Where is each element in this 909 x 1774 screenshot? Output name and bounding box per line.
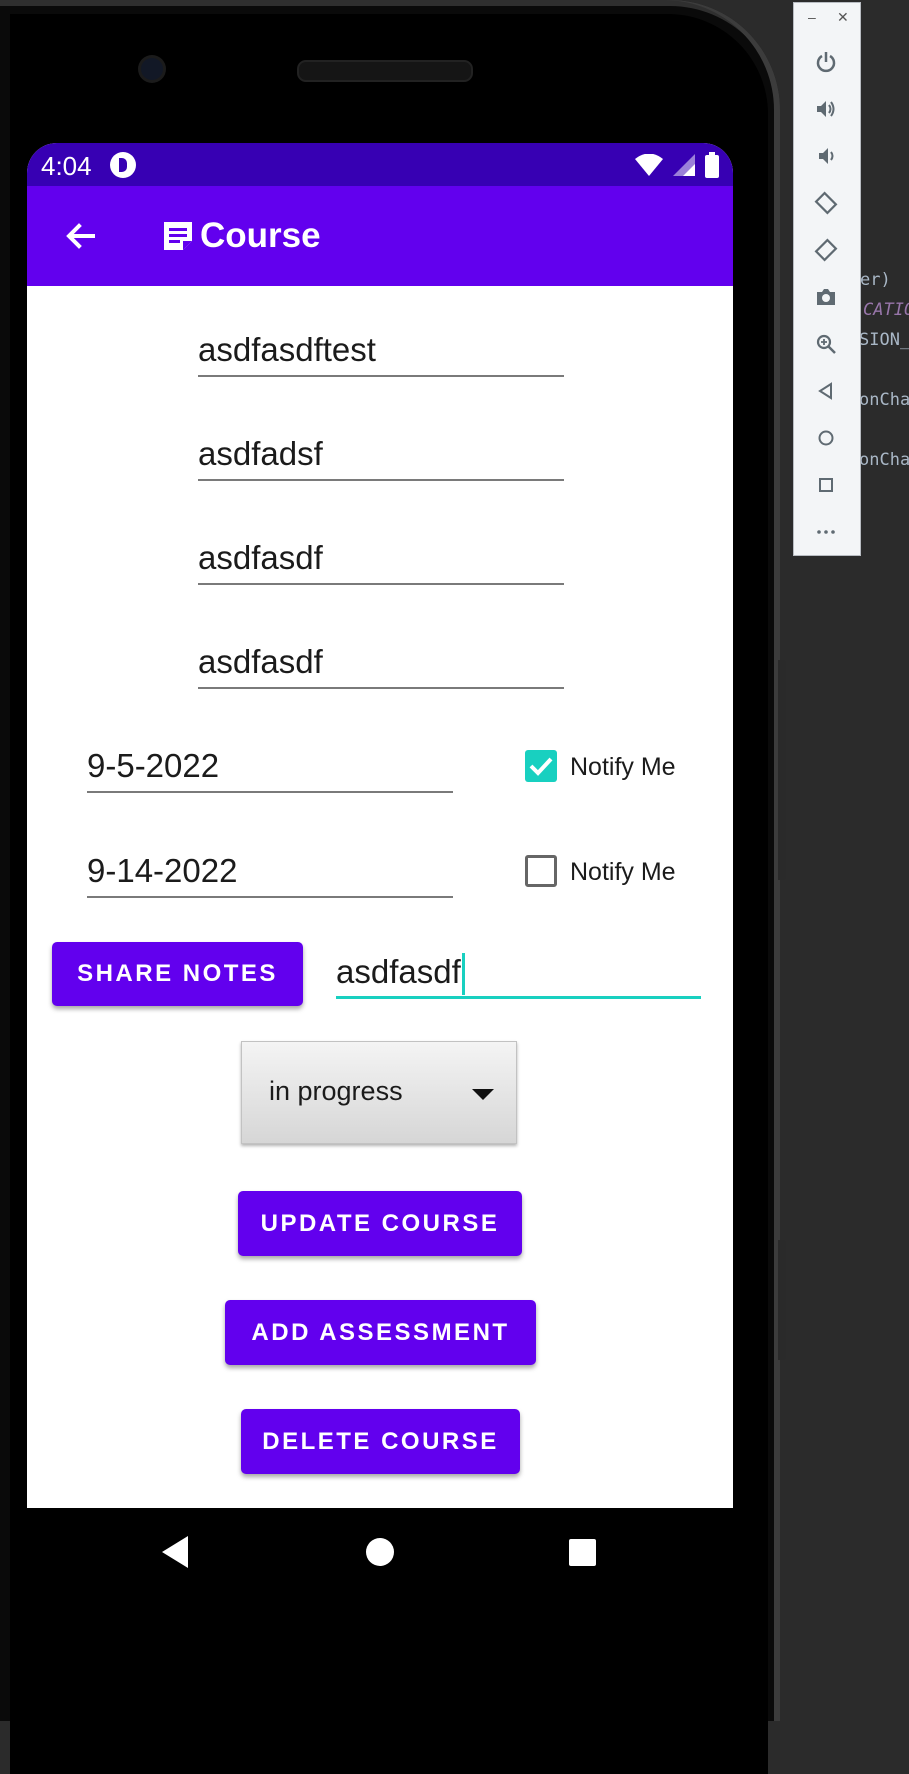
front-camera — [141, 58, 163, 80]
zoom-icon[interactable] — [811, 329, 841, 359]
instructor-name-input[interactable]: asdfadsf — [198, 431, 564, 481]
page-title: Course — [200, 216, 321, 255]
update-course-button-label: UPDATE COURSE — [260, 1209, 500, 1237]
ide-snippet: onCha — [859, 390, 909, 410]
start-notify-checkbox[interactable] — [525, 750, 557, 782]
status-time: 4:04 — [41, 151, 92, 181]
text-cursor — [461, 953, 465, 996]
course-status-selected: in progress — [269, 1076, 403, 1106]
course-title-input[interactable]: asdfasdftest — [198, 327, 564, 377]
course-status-dropdown[interactable]: in progress — [241, 1041, 517, 1144]
phone-power-button — [778, 1240, 786, 1360]
start-date-input[interactable]: 9-5-2022 — [87, 743, 453, 793]
end-date-input[interactable]: 9-14-2022 — [87, 848, 453, 898]
app-screen: 4:04 Course asdfasdftest asdfadsf asdfas… — [27, 143, 733, 1508]
rotate-right-icon[interactable] — [811, 235, 841, 265]
ide-snippet: CATIO — [863, 300, 909, 320]
power-icon[interactable] — [811, 47, 841, 77]
note-icon — [164, 222, 192, 250]
update-course-button[interactable]: UPDATE COURSE — [238, 1191, 522, 1256]
back-arrow-icon[interactable] — [59, 214, 103, 258]
instructor-phone-input[interactable]: asdfasdf — [198, 535, 564, 585]
phone-frame: 4:04 Course asdfasdftest asdfadsf asdfas… — [0, 0, 780, 1774]
ide-snippet: er) — [860, 270, 891, 290]
notes-input-text: asdfasdf — [336, 953, 461, 990]
notification-app-icon — [110, 152, 136, 178]
start-notify-label: Notify Me — [570, 753, 676, 781]
delete-course-button[interactable]: DELETE COURSE — [241, 1409, 520, 1474]
close-icon[interactable]: ✕ — [837, 9, 849, 26]
delete-course-button-label: DELETE COURSE — [262, 1427, 499, 1455]
minimize-icon[interactable]: – — [808, 9, 816, 25]
add-assessment-button[interactable]: ADD ASSESSMENT — [225, 1300, 536, 1365]
add-assessment-button-label: ADD ASSESSMENT — [251, 1318, 510, 1346]
ide-snippet: onCha — [859, 450, 909, 470]
share-notes-button[interactable]: SHARE NOTES — [52, 942, 303, 1006]
camera-icon[interactable] — [811, 282, 841, 312]
end-notify-label: Notify Me — [570, 858, 676, 886]
emulator-toolbar: – ✕ — [793, 2, 861, 556]
checkmark-icon — [529, 757, 553, 776]
status-bar: 4:04 — [27, 143, 733, 186]
earpiece-speaker — [297, 60, 473, 82]
wifi-icon — [635, 154, 663, 176]
rotate-left-icon[interactable] — [811, 188, 841, 218]
share-notes-button-label: SHARE NOTES — [77, 960, 278, 987]
battery-icon — [705, 152, 719, 178]
home-circle-icon[interactable] — [811, 423, 841, 453]
volume-down-icon[interactable] — [811, 141, 841, 171]
notes-input[interactable]: asdfasdf — [336, 949, 701, 999]
more-options-icon[interactable] — [811, 517, 841, 547]
back-triangle-icon[interactable] — [811, 376, 841, 406]
app-bar: Course — [27, 186, 733, 286]
overview-square-icon[interactable] — [811, 470, 841, 500]
system-nav-bar — [27, 1508, 733, 1598]
volume-up-icon[interactable] — [811, 94, 841, 124]
nav-back-icon[interactable] — [162, 1536, 188, 1568]
signal-icon — [673, 154, 695, 176]
nav-home-icon[interactable] — [366, 1538, 394, 1566]
instructor-email-input[interactable]: asdfasdf — [198, 639, 564, 689]
phone-volume-button — [778, 660, 786, 880]
end-notify-checkbox[interactable] — [525, 855, 557, 887]
dropdown-arrow-icon — [472, 1089, 494, 1100]
nav-recents-icon[interactable] — [569, 1539, 596, 1566]
status-icons — [635, 151, 719, 179]
ide-snippet: SION_ — [859, 330, 909, 350]
